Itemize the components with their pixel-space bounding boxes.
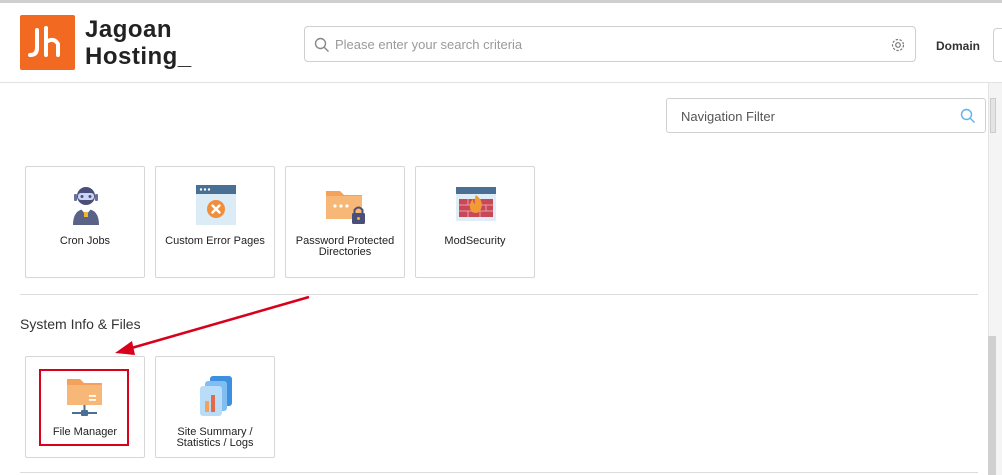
scrollbar-top-handle[interactable] [990,98,996,133]
tool-cron-jobs[interactable]: Cron Jobs [25,166,145,278]
section-title-system-info: System Info & Files [20,316,141,332]
tool-label: File Manager [52,426,118,438]
locked-folder-icon [326,191,365,224]
tool-password-protected-directories[interactable]: Password Protected Directories [285,166,405,278]
stats-files-icon [200,376,232,416]
tool-file-manager[interactable]: File Manager [25,356,145,458]
scrollbar-thumb[interactable] [988,336,996,475]
firewall-icon [456,187,496,221]
domain-label: Domain [936,39,981,53]
robot-icon [73,187,99,225]
navigation-filter [666,98,986,133]
section-divider [20,294,978,295]
browser-error-icon [196,185,236,225]
tool-site-summary[interactable]: Site Summary / Statistics / Logs [155,356,275,458]
section-divider [20,472,978,473]
global-search [304,26,916,62]
tool-label: Site Summary / Statistics / Logs [176,426,254,449]
search-icon [960,108,975,123]
tool-label: Password Protected Directories [295,235,395,258]
brand-name: Jagoan Hosting_ [85,16,192,70]
tool-modsecurity[interactable]: ModSecurity [415,166,535,278]
brand-logo-icon[interactable] [20,15,75,70]
top-header: Jagoan Hosting_ Domain [0,3,1002,83]
navigation-filter-input[interactable] [681,106,941,126]
tool-label: Custom Error Pages [165,235,265,247]
tool-label: ModSecurity [444,235,506,247]
gear-icon[interactable] [890,37,906,53]
folder-network-icon [67,379,102,416]
search-icon [314,37,329,52]
brand-name-line1: Jagoan [85,16,173,43]
domain-select[interactable] [993,28,1002,62]
search-input[interactable] [335,33,875,55]
brand-name-line2: Hosting_ [85,43,192,70]
tool-custom-error-pages[interactable]: Custom Error Pages [155,166,275,278]
tool-label: Cron Jobs [59,235,111,247]
